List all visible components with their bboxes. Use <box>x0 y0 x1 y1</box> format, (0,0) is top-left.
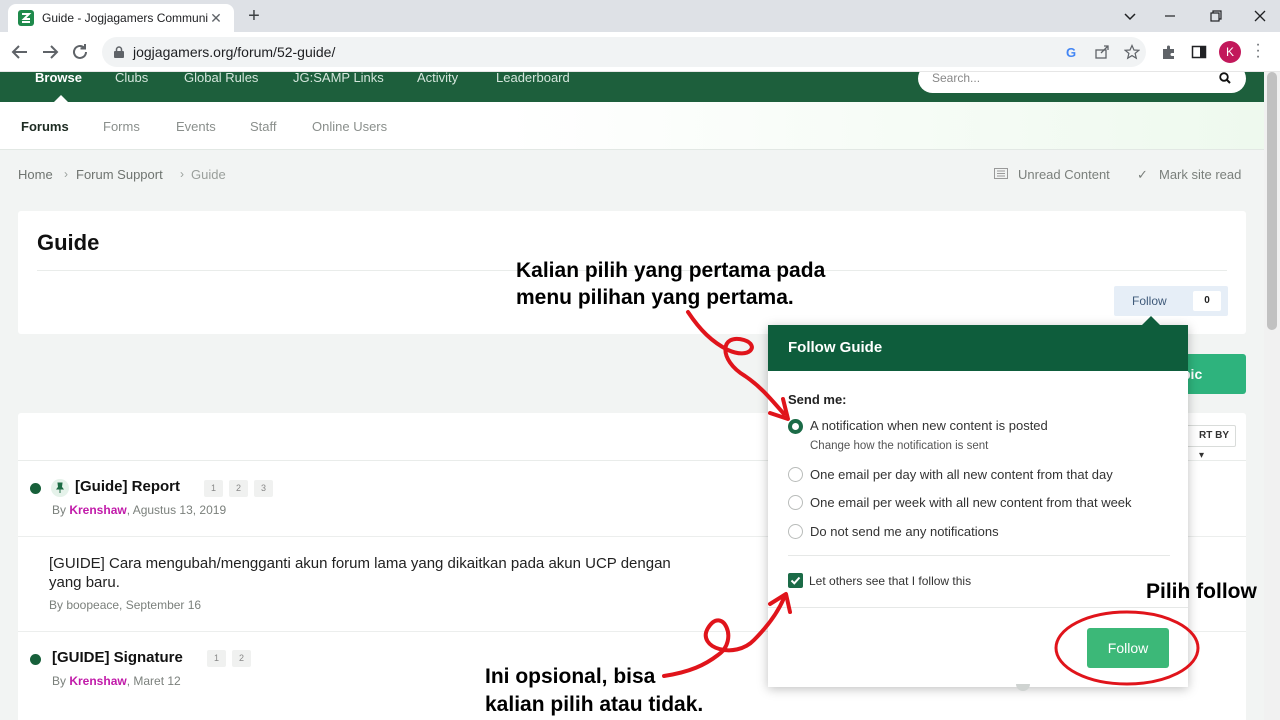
annotation-circle <box>1054 610 1200 686</box>
annotation-overlay <box>662 310 1200 686</box>
annotation-arrow-top <box>686 310 786 416</box>
annotation-arrow-bottom <box>662 596 786 678</box>
